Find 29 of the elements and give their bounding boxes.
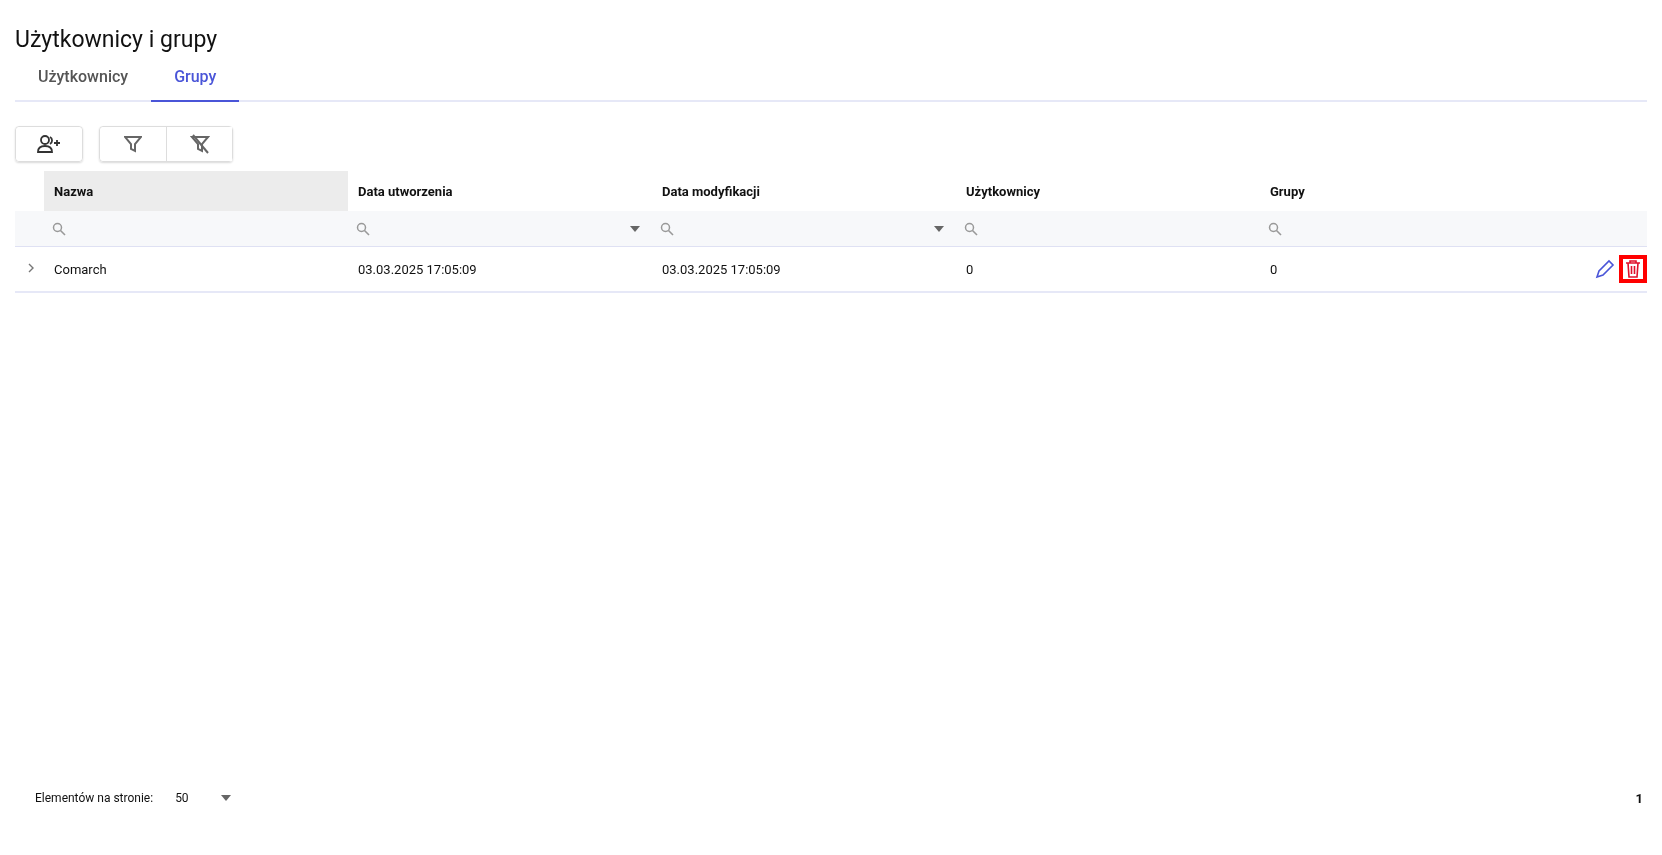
caret-icon[interactable]	[934, 225, 944, 232]
table-cell-text: 0	[965, 261, 975, 277]
column-header[interactable]: Nazwa	[44, 171, 348, 211]
caret-icon[interactable]	[220, 795, 231, 801]
delete-button[interactable]	[1619, 255, 1647, 283]
trash-icon	[1625, 260, 1641, 278]
page-size-value[interactable]: 50	[175, 791, 189, 805]
search-icon	[52, 221, 66, 236]
tab[interactable]: Użytkownicy	[15, 57, 152, 102]
page-title: Użytkownicy i grupy	[15, 26, 219, 53]
caret-icon[interactable]	[630, 225, 640, 232]
filter-icon	[124, 135, 142, 153]
clear-filter-button[interactable]	[166, 127, 232, 161]
page-size-label: Elementów na stronie:	[35, 791, 154, 805]
table-cell-text: 03.03.2025 17:05:09	[357, 261, 478, 277]
filter-button[interactable]	[100, 127, 166, 161]
pencil-icon[interactable]	[1595, 259, 1615, 279]
search-icon	[964, 221, 978, 236]
add-user-icon	[37, 135, 61, 153]
tab[interactable]: Grupy	[151, 57, 240, 102]
table-cell-text: 0	[1269, 261, 1279, 277]
clear-filter-icon	[189, 134, 210, 154]
search-icon	[1268, 221, 1282, 236]
search-icon	[356, 221, 370, 236]
table-cell-text: Comarch	[53, 261, 108, 277]
page-number[interactable]: 1	[1635, 790, 1643, 806]
table-cell-text: 03.03.2025 17:05:09	[661, 261, 782, 277]
search-icon	[660, 221, 674, 236]
add-user-button[interactable]	[16, 127, 82, 161]
